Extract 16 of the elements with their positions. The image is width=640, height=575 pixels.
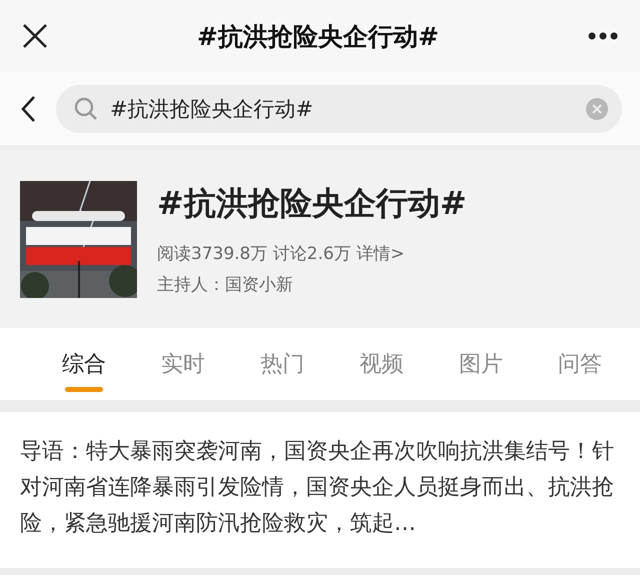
- tab[interactable]: 综合: [62, 328, 106, 400]
- topic-host: 主持人：国资小新: [157, 274, 294, 296]
- tab[interactable]: 热门: [260, 328, 304, 400]
- search-bar[interactable]: #抗洪抢险央企行动#: [56, 84, 622, 132]
- back-button[interactable]: [20, 94, 36, 122]
- close-button[interactable]: [22, 23, 48, 49]
- more-button[interactable]: [588, 32, 618, 40]
- tab[interactable]: 图片: [458, 328, 503, 400]
- intro-paragraph: 导语：特大暴雨突袭河南，国资央企再次吹响抗洪集结号！针对河南省连降暴雨引发险情，国资央企人员挺身而出、抗洪抢险，紧急驰援河南防汛抢险救灾，筑起…: [0, 412, 640, 568]
- tab[interactable]: 实时: [161, 328, 206, 400]
- window-title: #抗洪抢险央企行动#: [197, 20, 439, 52]
- topic-title: #抗洪抢险央企行动#: [157, 183, 467, 224]
- tab[interactable]: 视频: [360, 328, 404, 400]
- search-icon: [74, 96, 98, 120]
- topic-stats[interactable]: 阅读3739.8万 讨论2.6万 详情>: [157, 242, 467, 265]
- tab[interactable]: 问答: [558, 328, 602, 400]
